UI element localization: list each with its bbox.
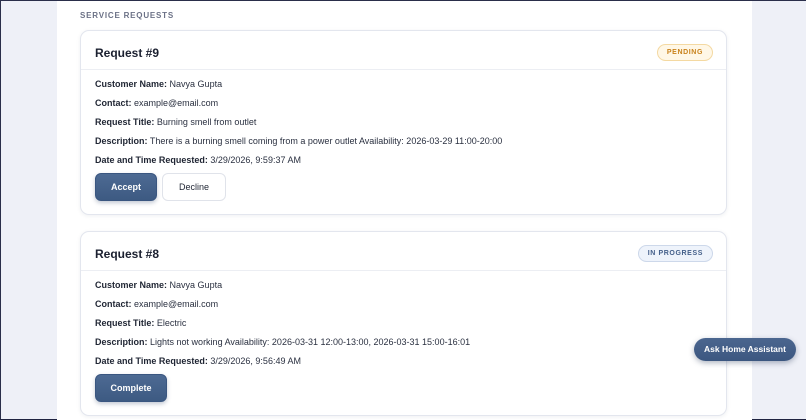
customer-name-row: Customer Name: Navya Gupta <box>95 280 222 290</box>
customer-name-label: Customer Name: <box>95 280 168 290</box>
customer-name-row: Customer Name: Navya Gupta <box>95 79 222 89</box>
status-badge-pending: PENDING <box>656 44 713 61</box>
contact-value: example@email.com <box>134 299 219 309</box>
request-card-8: Request #8 IN PROGRESS Customer Name: Na… <box>80 231 727 416</box>
description-row: Description: There is a burning smell co… <box>95 136 502 146</box>
date-requested-label: Date and Time Requested: <box>95 356 208 366</box>
ask-home-assistant-button[interactable]: Ask Home Assistant <box>694 338 796 361</box>
date-requested-value: 3/29/2026, 9:59:37 AM <box>210 155 301 165</box>
request-card-9: Request #9 PENDING Customer Name: Navya … <box>80 30 727 215</box>
status-badge-in-progress: IN PROGRESS <box>637 245 713 262</box>
request-title: Request #8 <box>95 247 160 261</box>
accept-button[interactable]: Accept <box>95 173 157 201</box>
description-label: Description: <box>95 337 148 347</box>
customer-name-label: Customer Name: <box>95 79 168 89</box>
request-title-label: Request Title: <box>95 318 155 328</box>
description-value: Lights not working Availability: 2026-03… <box>150 337 471 347</box>
card-header: Request #9 PENDING <box>81 31 726 70</box>
section-title: SERVICE REQUESTS <box>80 11 175 20</box>
date-requested-label: Date and Time Requested: <box>95 155 208 165</box>
request-title-row: Request Title: Burning smell from outlet <box>95 117 256 127</box>
contact-label: Contact: <box>95 98 132 108</box>
complete-button[interactable]: Complete <box>95 374 167 402</box>
decline-button[interactable]: Decline <box>162 173 226 201</box>
request-title-label: Request Title: <box>95 117 155 127</box>
description-value: There is a burning smell coming from a p… <box>149 136 503 146</box>
date-requested-row: Date and Time Requested: 3/29/2026, 9:56… <box>95 356 301 366</box>
date-requested-row: Date and Time Requested: 3/29/2026, 9:59… <box>95 155 301 165</box>
customer-name-value: Navya Gupta <box>169 79 223 89</box>
contact-value: example@email.com <box>134 98 219 108</box>
contact-label: Contact: <box>95 299 132 309</box>
description-row: Description: Lights not working Availabi… <box>95 337 470 347</box>
request-title: Request #9 <box>95 46 160 60</box>
contact-row: Contact: example@email.com <box>95 299 218 309</box>
date-requested-value: 3/29/2026, 9:56:49 AM <box>210 356 301 366</box>
customer-name-value: Navya Gupta <box>169 280 223 290</box>
request-title-value: Electric <box>156 318 187 328</box>
request-title-row: Request Title: Electric <box>95 318 186 328</box>
contact-row: Contact: example@email.com <box>95 98 218 108</box>
card-header: Request #8 IN PROGRESS <box>81 232 726 271</box>
app-frame: SERVICE REQUESTS Request #9 PENDING Cust… <box>0 0 806 420</box>
request-title-value: Burning smell from outlet <box>156 117 257 127</box>
description-label: Description: <box>95 136 148 146</box>
